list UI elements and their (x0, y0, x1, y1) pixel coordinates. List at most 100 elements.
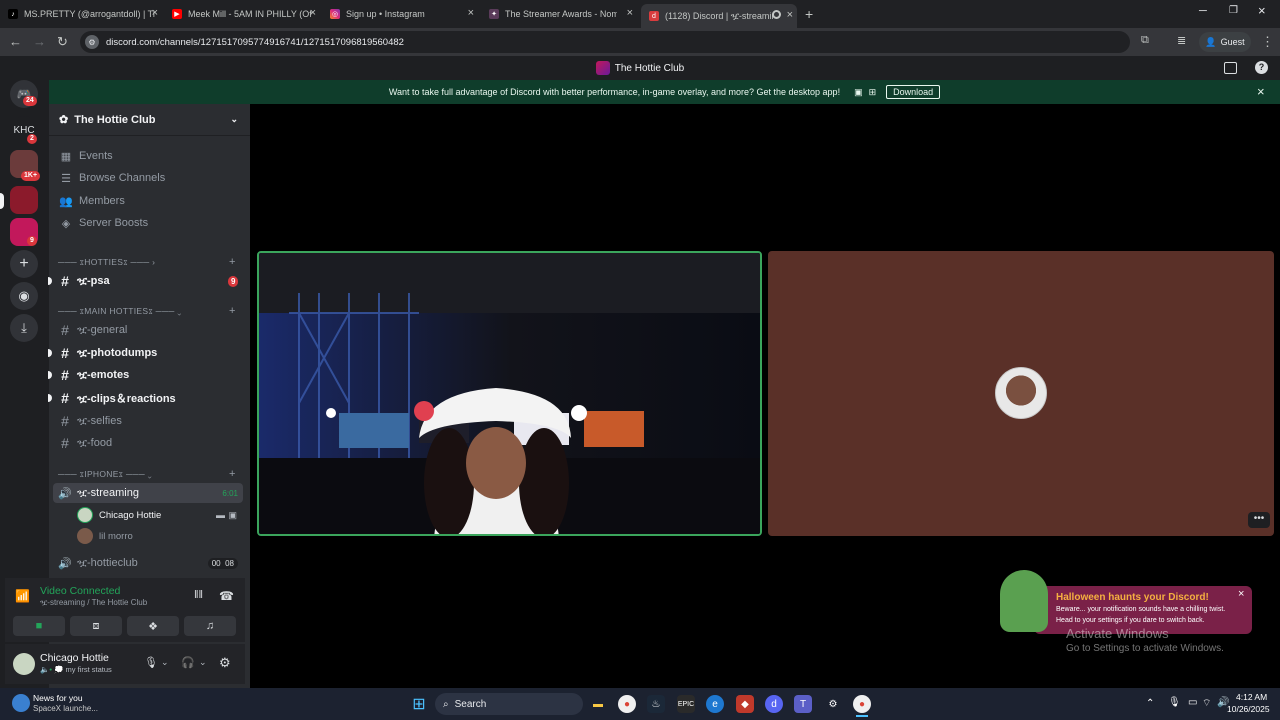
create-channel-icon[interactable]: + (229, 256, 235, 268)
reading-list-icon[interactable]: ≣ (1177, 34, 1186, 47)
back-icon[interactable]: ← (9, 34, 22, 49)
browser-tab-streamer-awards[interactable]: ✦The Streamer Awards - Nomina× (489, 4, 633, 24)
download-button[interactable]: Download (886, 85, 941, 99)
user-name[interactable]: Chicago Hottie (40, 652, 109, 664)
channel-selfies[interactable]: # ዧ-selfies (58, 411, 244, 431)
news-widget-icon[interactable] (12, 694, 30, 712)
reload-icon[interactable]: ↻ (57, 34, 68, 50)
tray-chevron-icon[interactable]: ⌃ (1146, 698, 1154, 709)
soundboard-button[interactable]: ♫ (184, 616, 236, 636)
create-channel-icon[interactable]: + (229, 305, 235, 317)
teams-icon[interactable]: T (794, 695, 812, 713)
channel-clips-reactions[interactable]: # ዧ-clips＆reactions (58, 388, 244, 408)
channel-psa[interactable]: # ዧ-psa 9 (58, 271, 244, 291)
steam-icon[interactable]: ♨ (647, 695, 665, 713)
noise-suppression-icon[interactable]: ‖‖ (194, 589, 203, 601)
active-app-indicator (856, 715, 868, 717)
close-tab-icon[interactable]: × (468, 7, 474, 19)
news-widget-title[interactable]: News for you (33, 693, 83, 703)
restore-icon[interactable]: ❐ (1229, 5, 1238, 16)
browser-menu-icon[interactable]: ⋮ (1261, 34, 1274, 50)
participant-avatar (995, 367, 1047, 419)
headphones-icon[interactable]: 🎧 (181, 656, 195, 669)
category-main-hotties[interactable]: ─── ೱMAIN HOTTIESೱ ─── ⌄ (58, 306, 182, 317)
channel-general[interactable]: # ዧ-general (58, 320, 244, 340)
epic-games-icon[interactable]: EPIC (677, 695, 695, 713)
close-tab-icon[interactable]: × (310, 7, 316, 19)
category-iphone[interactable]: ─── ೱIPHONEೱ ─── ⌄ (58, 469, 152, 480)
menu-browse-channels[interactable]: ☰ Browse Channels (59, 168, 165, 188)
discover-icon[interactable]: ◉ (10, 282, 38, 310)
create-channel-icon[interactable]: + (229, 468, 235, 480)
settings-icon[interactable]: ⚙ (219, 655, 231, 671)
server-header[interactable]: ✿ The Hottie Club ⌄ (49, 104, 250, 136)
close-banner-icon[interactable]: × (1257, 84, 1265, 99)
clock-date[interactable]: 10/26/2025 (1227, 704, 1270, 714)
user-avatar[interactable] (13, 653, 35, 675)
close-tab-icon[interactable]: × (152, 7, 158, 19)
minimize-icon[interactable]: ─ (1199, 5, 1207, 17)
install-app-icon[interactable]: ⧉ (1141, 34, 1149, 47)
settings-taskbar-icon[interactable]: ⚙ (824, 695, 842, 713)
download-apps-icon[interactable]: ⤓ (10, 314, 38, 342)
voice-user-lil-morro[interactable]: lil morro (77, 526, 133, 546)
toast-title: Halloween haunts your Discord! (1056, 592, 1209, 603)
voice-user-chicago-hottie[interactable]: Chicago Hottie ▬ ▣ (77, 505, 239, 525)
microphone-icon[interactable]: 🎙 (144, 656, 158, 669)
app-icon[interactable]: ◆ (736, 695, 754, 713)
mic-tray-icon[interactable]: 🎙 (1168, 697, 1181, 708)
server-the-hottie-club[interactable] (10, 186, 38, 214)
browser-tab-youtube[interactable]: ▶ Meek Mill - 5AM IN PHILLY (Of × (172, 4, 316, 24)
close-tab-icon[interactable]: × (627, 7, 633, 19)
camera-button[interactable]: ■ (13, 616, 65, 636)
forward-icon[interactable]: → (33, 34, 46, 49)
windows-taskbar (0, 688, 1280, 720)
status-bubble-icon: 💭 (54, 665, 64, 674)
voice-channel-hottieclub[interactable]: 🔊 ዧ-hottieclub 00 08 (58, 553, 244, 573)
profile-button[interactable]: 👤 Guest (1199, 32, 1251, 52)
voice-status-title[interactable]: Video Connected (40, 585, 120, 597)
screen-share-button[interactable]: ⧈ (70, 616, 122, 636)
video-tile-lil-morro[interactable] (768, 251, 1274, 536)
add-server-icon[interactable]: + (10, 250, 38, 278)
start-icon[interactable]: ⊞ (410, 695, 428, 713)
activities-button[interactable]: ❖ (127, 616, 179, 636)
file-explorer-icon[interactable]: ▬ (589, 695, 607, 713)
menu-members[interactable]: 👥 Members (59, 191, 125, 211)
address-bar[interactable]: ⚙ discord.com/channels/127151709577491674… (80, 31, 1130, 53)
channel-photodumps[interactable]: # ዧ-photodumps (58, 343, 244, 363)
mention-badge: 9 (228, 276, 239, 287)
display-tray-icon[interactable]: ▭ (1188, 697, 1197, 708)
wifi-icon[interactable]: ⌔ (1202, 697, 1211, 710)
inbox-icon[interactable] (1224, 62, 1237, 74)
close-toast-icon[interactable]: × (1238, 588, 1244, 600)
clock-time[interactable]: 4:12 AM (1236, 692, 1267, 702)
site-info-icon[interactable]: ⚙ (85, 35, 99, 49)
chrome-icon[interactable]: ● (618, 695, 636, 713)
more-options-icon[interactable]: ••• (1248, 512, 1270, 528)
help-icon[interactable]: ? (1255, 61, 1268, 74)
menu-server-boosts[interactable]: ◈ Server Boosts (59, 213, 148, 233)
channel-emotes[interactable]: # ዧ-emotes (58, 365, 244, 385)
user-status-text: 🔈• 💭 my first status (40, 665, 112, 674)
voice-channel-streaming[interactable]: 🔊 ዧ-streaming 6:01 (58, 483, 244, 503)
new-tab-icon[interactable]: + (805, 6, 813, 22)
close-tab-icon[interactable]: × (787, 9, 793, 21)
chrome-active-icon[interactable]: ● (853, 695, 871, 713)
browser-tab-discord[interactable]: d (1128) Discord | ዧ-streamin × (641, 4, 797, 28)
calendar-icon: ▦ (60, 150, 72, 163)
chevron-down-icon[interactable]: ⌄ (161, 657, 169, 668)
browser-tab-instagram[interactable]: ◎ Sign up • Instagram × (330, 4, 474, 24)
voice-status-subtitle[interactable]: ዧ-streaming / The Hottie Club (40, 598, 147, 608)
menu-events[interactable]: ▦ Events (59, 146, 113, 166)
close-window-icon[interactable]: × (1258, 3, 1266, 18)
channel-food[interactable]: # ዧ-food (58, 433, 244, 453)
disconnect-icon[interactable]: ☎ (219, 589, 234, 603)
edge-icon[interactable]: e (706, 695, 724, 713)
chevron-down-icon[interactable]: ⌄ (199, 657, 207, 668)
discord-taskbar-icon[interactable]: d (765, 695, 783, 713)
category-hotties[interactable]: ─── ೱHOTTIESೱ ─── › (58, 257, 155, 268)
browser-tab-tiktok[interactable]: ♪ MS.PRETTY (@arrogantdoll) | Ti × (8, 4, 158, 24)
taskbar-search[interactable]: ⌕ Search (435, 693, 583, 715)
video-tile-chicago-hottie[interactable] (257, 251, 762, 536)
